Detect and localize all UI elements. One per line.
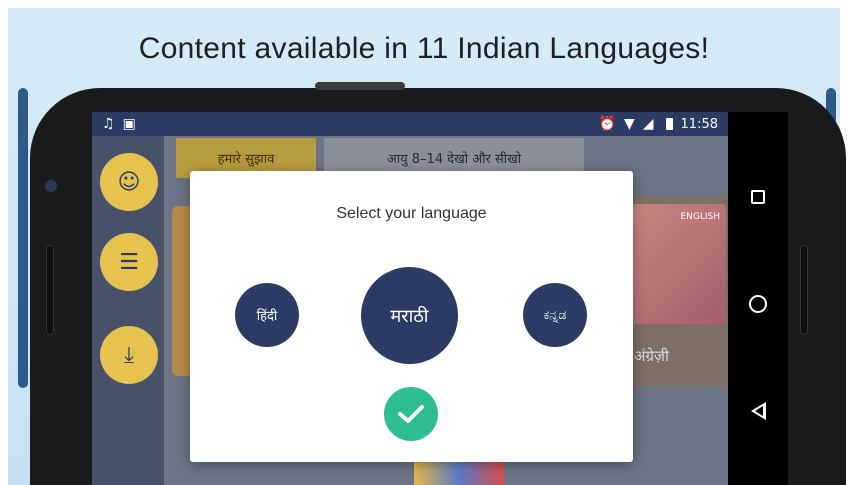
book-cover-english: ENGLISH (632, 204, 726, 324)
banner-headline: Content available in 11 Indian Languages… (138, 32, 710, 65)
phone-camera (45, 180, 57, 192)
book-label-english: अंग्रेज़ी (634, 347, 669, 365)
back-triangle-icon (750, 402, 766, 420)
language-option-marathi[interactable]: मराठी (361, 267, 458, 364)
phone-side-trim-left (18, 88, 28, 388)
phone-speaker-right (800, 245, 808, 335)
music-icon: ♫ (102, 116, 115, 132)
image-icon: ▣ (122, 116, 136, 132)
checkmark-icon (398, 405, 424, 423)
phone-top-ridge (315, 82, 405, 90)
battery-icon (665, 118, 673, 130)
phone-speaker-left (46, 245, 54, 335)
status-bar: ♫ ▣ ⏰ ▼ ◢ 11:58 (92, 112, 728, 136)
confirm-button[interactable] (384, 387, 438, 441)
signal-icon: ◢ (642, 116, 654, 132)
books-icon: ☰ (119, 249, 139, 275)
download-rail-button[interactable]: ⤓ (100, 326, 158, 384)
back-button[interactable] (743, 396, 773, 426)
dialog-title: Select your language (336, 205, 487, 222)
book-card-english[interactable]: ENGLISH अंग्रेज़ी (624, 196, 728, 386)
circle-icon (749, 295, 767, 313)
android-nav-bar (728, 112, 788, 485)
language-option-hindi[interactable]: हिंदी (235, 283, 299, 347)
smile-box-icon: ☺ (117, 169, 141, 195)
status-time: 11:58 (680, 116, 718, 132)
square-icon (751, 190, 765, 204)
library-rail-button[interactable]: ☰ (100, 233, 158, 291)
recents-button[interactable] (743, 182, 773, 212)
language-dialog: Select your language हिंदी मराठी ಕನ್ನಡ (190, 171, 633, 462)
home-rail-button[interactable]: ☺ (100, 153, 158, 211)
language-option-kannada[interactable]: ಕನ್ನಡ (523, 283, 587, 347)
home-button[interactable] (743, 289, 773, 319)
book-cover-text: ENGLISH (680, 212, 720, 222)
wifi-icon: ▼ (623, 116, 635, 132)
alarm-icon: ⏰ (598, 116, 616, 132)
app-side-rail: ☺ ☰ ⤓ (92, 136, 164, 485)
download-icon: ⤓ (124, 342, 134, 368)
